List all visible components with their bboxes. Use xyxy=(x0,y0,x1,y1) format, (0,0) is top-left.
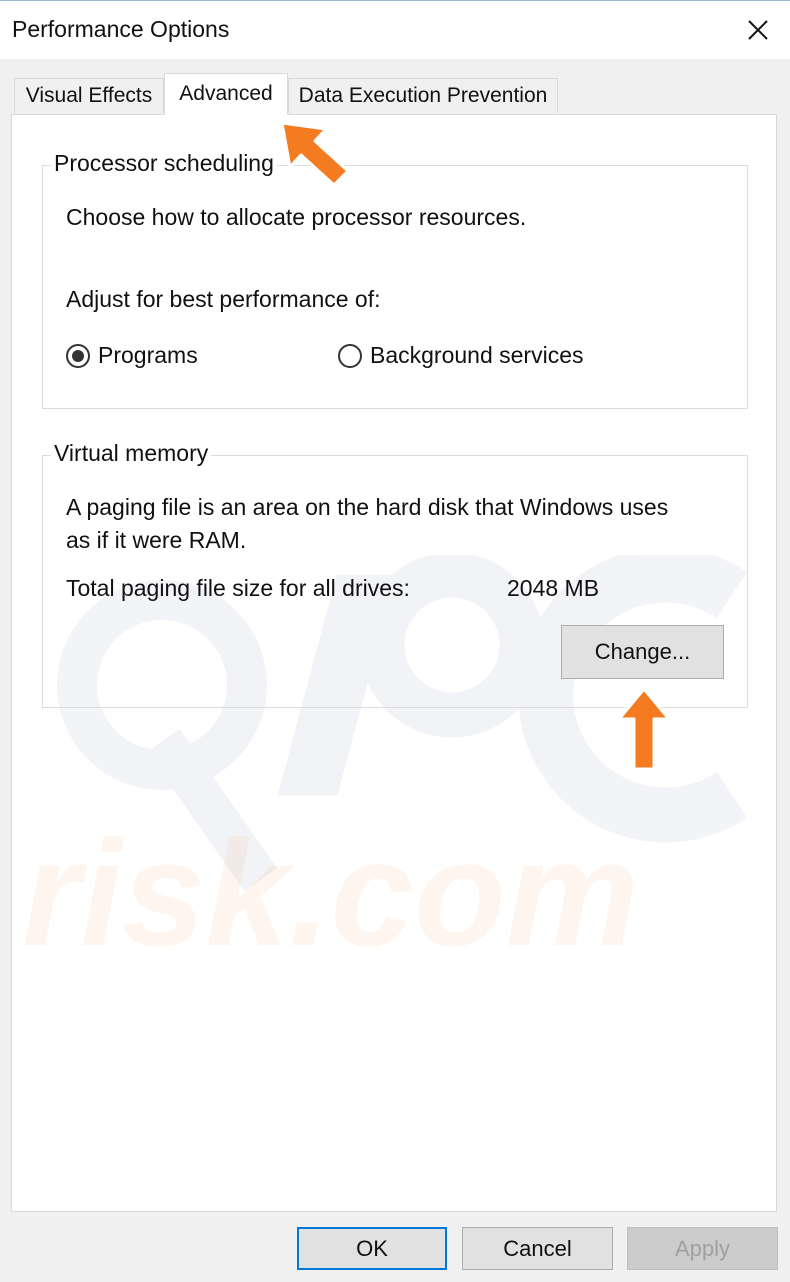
radio-programs-label: Programs xyxy=(98,342,198,368)
tab-data-execution-prevention[interactable]: Data Execution Prevention xyxy=(288,78,558,113)
adjust-label: Adjust for best performance of: xyxy=(66,286,381,312)
radio-background-services[interactable]: Background services xyxy=(338,342,584,369)
processor-scheduling-title: Processor scheduling xyxy=(51,150,277,177)
processor-scheduling-group: Processor scheduling Choose how to alloc… xyxy=(42,150,748,409)
radio-programs-indicator[interactable] xyxy=(66,343,90,368)
virtual-memory-description-line1: A paging file is an area on the hard dis… xyxy=(66,494,669,520)
tab-visual-effects[interactable]: Visual Effects xyxy=(14,78,164,113)
radio-programs[interactable]: Programs xyxy=(66,342,198,369)
close-icon xyxy=(748,20,768,40)
change-button[interactable]: Change... xyxy=(561,625,724,679)
cancel-button[interactable]: Cancel xyxy=(462,1227,613,1270)
title-bar: Performance Options xyxy=(0,1,790,59)
tab-advanced[interactable]: Advanced xyxy=(164,73,288,115)
virtual-memory-description-line2: as if it were RAM. xyxy=(66,527,247,553)
virtual-memory-group: Virtual memory A paging file is an area … xyxy=(42,440,748,708)
advanced-tab-panel: risk.com Processor scheduling Choose how… xyxy=(11,114,777,1212)
close-button[interactable] xyxy=(726,1,790,59)
total-paging-value: 2048 MB xyxy=(507,575,600,601)
total-paging-label: Total paging file size for all drives: xyxy=(66,575,410,601)
virtual-memory-title: Virtual memory xyxy=(51,440,212,467)
tab-strip: Visual Effects Advanced Data Execution P… xyxy=(14,73,774,115)
apply-button[interactable]: Apply xyxy=(627,1227,778,1270)
processor-description: Choose how to allocate processor resourc… xyxy=(66,204,527,230)
ok-button[interactable]: OK xyxy=(297,1227,447,1270)
window-title: Performance Options xyxy=(12,16,230,42)
watermark-text: risk.com xyxy=(22,809,639,975)
performance-options-window: Performance Options Visual Effects Advan… xyxy=(0,0,790,1282)
radio-background-services-indicator[interactable] xyxy=(338,343,362,368)
radio-background-services-label: Background services xyxy=(370,342,584,368)
